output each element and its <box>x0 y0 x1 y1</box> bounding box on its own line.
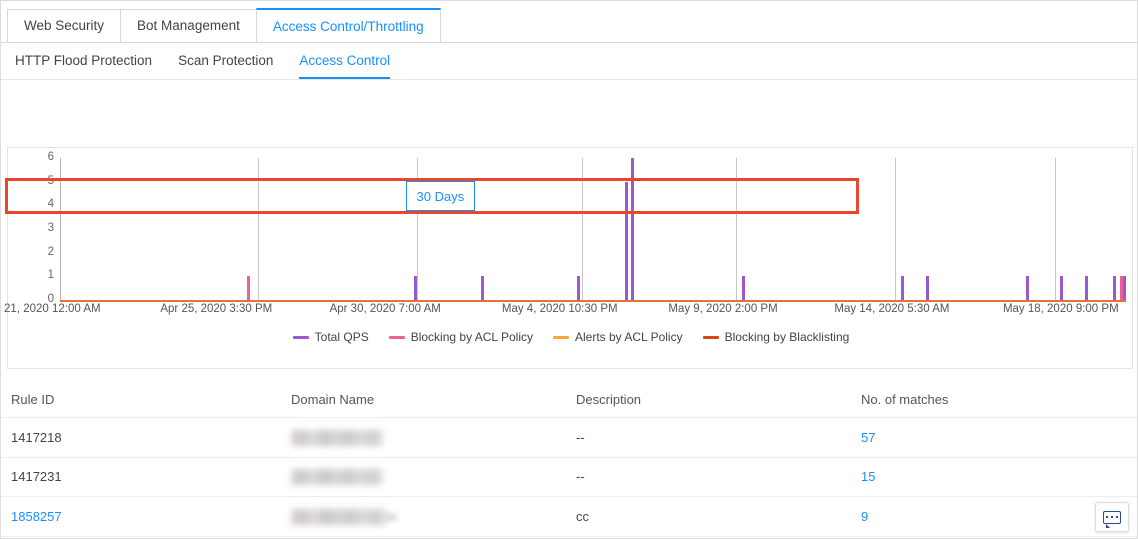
legend-label: Blocking by Blacklisting <box>724 330 850 344</box>
chart-data-point <box>630 158 634 300</box>
chart-legend: Total QPS Blocking by ACL Policy Alerts by… <box>8 330 1134 344</box>
legend-swatch <box>552 335 569 339</box>
chart-x-tick: May 14, 2020 5:30 AM <box>834 303 950 315</box>
cell-domain-name: m <box>291 496 576 537</box>
legend-label: Total QPS <box>314 330 369 344</box>
chart-y-tick: 4 <box>47 198 54 211</box>
chart-plot <box>60 158 1126 300</box>
column-header-rule-id: Rule ID <box>1 382 291 418</box>
chart-data-point <box>247 276 251 300</box>
cell-description: -- <box>576 417 861 458</box>
chat-bubble-icon <box>1103 510 1121 528</box>
chart-gridline <box>736 158 737 300</box>
legend-item[interactable]: Blocking by ACL Policy <box>388 330 533 344</box>
chart-data-point <box>1060 276 1064 300</box>
chart-data-point <box>742 276 746 300</box>
chart-gridline <box>895 158 897 300</box>
cell-no-of-matches[interactable]: 15 <box>861 457 1137 498</box>
sub-tab-bar: HTTP Flood Protection Scan Protection Ac… <box>1 43 1137 80</box>
chart-x-tick: May 18, 2020 9:00 PM <box>1002 303 1119 315</box>
chart-data-point <box>413 276 417 300</box>
chart-x-tick: Apr 25, 2020 3:30 PM <box>160 303 273 315</box>
chart-baseline <box>60 300 1126 302</box>
redacted-domain <box>291 429 383 446</box>
access-control-page: Web Security Bot Management Access Contr… <box>0 0 1138 539</box>
chart-x-tick: Apr 30, 2020 7:00 AM <box>329 303 441 315</box>
subtab-access-control[interactable]: Access Control <box>299 43 391 79</box>
chart-y-tick: 3 <box>47 222 54 234</box>
chart-data-point <box>1026 276 1030 300</box>
chart-x-tick: May 4, 2020 10:30 PM <box>501 303 618 315</box>
table-row: 1417218 -- 57 <box>1 417 1137 458</box>
chart-gridline <box>581 158 583 300</box>
chart-y-tick: 6 <box>47 151 54 163</box>
subtab-scan-protection[interactable]: Scan Protection <box>178 43 273 79</box>
legend-item[interactable]: Blocking by Blacklisting <box>702 330 850 344</box>
cell-domain-name <box>291 417 576 458</box>
column-header-description: Description <box>576 382 861 418</box>
chart-x-tick: Apr 21, 2020 12:00 AM <box>1 303 101 315</box>
legend-swatch <box>702 335 719 339</box>
redacted-domain <box>291 469 383 486</box>
tab-bot-management[interactable]: Bot Management <box>120 9 257 42</box>
legend-item[interactable]: Alerts by ACL Policy <box>552 330 683 344</box>
table-body: 1417218--571417231--151858257mcc91883577… <box>1 417 1137 538</box>
chart-data-point <box>480 276 484 300</box>
chart-area: 6543210 Apr 21, 2020 12:00 AMApr 25, 202… <box>1 148 1134 315</box>
legend-label: Blocking by ACL Policy <box>410 330 533 344</box>
column-header-domain-name: Domain Name <box>291 382 576 418</box>
main-tab-bar: Web Security Bot Management Access Contr… <box>1 1 1137 43</box>
legend-swatch <box>388 335 405 339</box>
chart-data-point <box>926 276 930 300</box>
legend-label: Alerts by ACL Policy <box>574 330 683 344</box>
filter-bar: All Yesterday Today 7 Days 30 Days Apr 2… <box>1 80 1137 214</box>
cell-rule-id[interactable]: 1858257 <box>1 496 291 537</box>
legend-item[interactable]: Total QPS <box>292 330 369 344</box>
column-header-no-of-matches: No. of matches <box>861 382 1137 418</box>
subtab-http-flood-protection[interactable]: HTTP Flood Protection <box>15 43 152 79</box>
rules-table: Rule ID Domain Name Description No. of m… <box>1 382 1137 538</box>
chart-gridline <box>257 158 259 300</box>
chart-data-point <box>1122 276 1126 300</box>
chart-data-point <box>576 276 580 300</box>
chart-y-axis: 6543210 <box>24 151 54 305</box>
tab-web-security[interactable]: Web Security <box>7 9 122 42</box>
cell-rule-id: 1417231 <box>1 457 291 498</box>
chart-data-point <box>1113 276 1117 300</box>
chart-gridline <box>1054 158 1056 300</box>
chart-data-point <box>625 181 629 300</box>
chart-data-point <box>1084 276 1088 300</box>
chart-gridline <box>417 158 419 300</box>
chart-x-tick: May 9, 2020 2:00 PM <box>668 303 778 315</box>
rules-table-container: Rule ID Domain Name Description No. of m… <box>1 382 1137 538</box>
cell-domain-name <box>291 457 576 498</box>
chart-x-axis: Apr 21, 2020 12:00 AM Apr 25, 2020 3:30 P… <box>1 303 1134 321</box>
chart-data-point <box>1119 276 1123 300</box>
feedback-button[interactable] <box>1095 502 1129 532</box>
cell-description: cc <box>576 496 861 537</box>
cell-no-of-matches[interactable]: 57 <box>861 417 1137 458</box>
table-row: 1858257 m cc 9 <box>1 496 1137 537</box>
table-header-row: Rule ID Domain Name Description No. of m… <box>1 382 1137 418</box>
table-row: 1417231 -- 15 <box>1 457 1137 498</box>
legend-swatch <box>292 335 309 339</box>
cell-description: -- <box>576 457 861 498</box>
cell-rule-id: 1417218 <box>1 417 291 458</box>
domain-name-text: m <box>387 509 397 524</box>
chart-data-point <box>900 276 904 300</box>
chart-y-tick: 1 <box>47 269 54 282</box>
traffic-chart-panel: 6543210 Apr 21, 2020 12:00 AMApr 25, 202… <box>1 147 1134 369</box>
redacted-domain <box>291 508 387 525</box>
chart-y-tick: 2 <box>47 245 54 258</box>
quick-range-30-days[interactable]: 30 Days <box>405 181 476 211</box>
tab-access-control-throttling[interactable]: Access Control/Throttling <box>255 8 441 42</box>
chart-y-tick: 5 <box>47 174 54 187</box>
